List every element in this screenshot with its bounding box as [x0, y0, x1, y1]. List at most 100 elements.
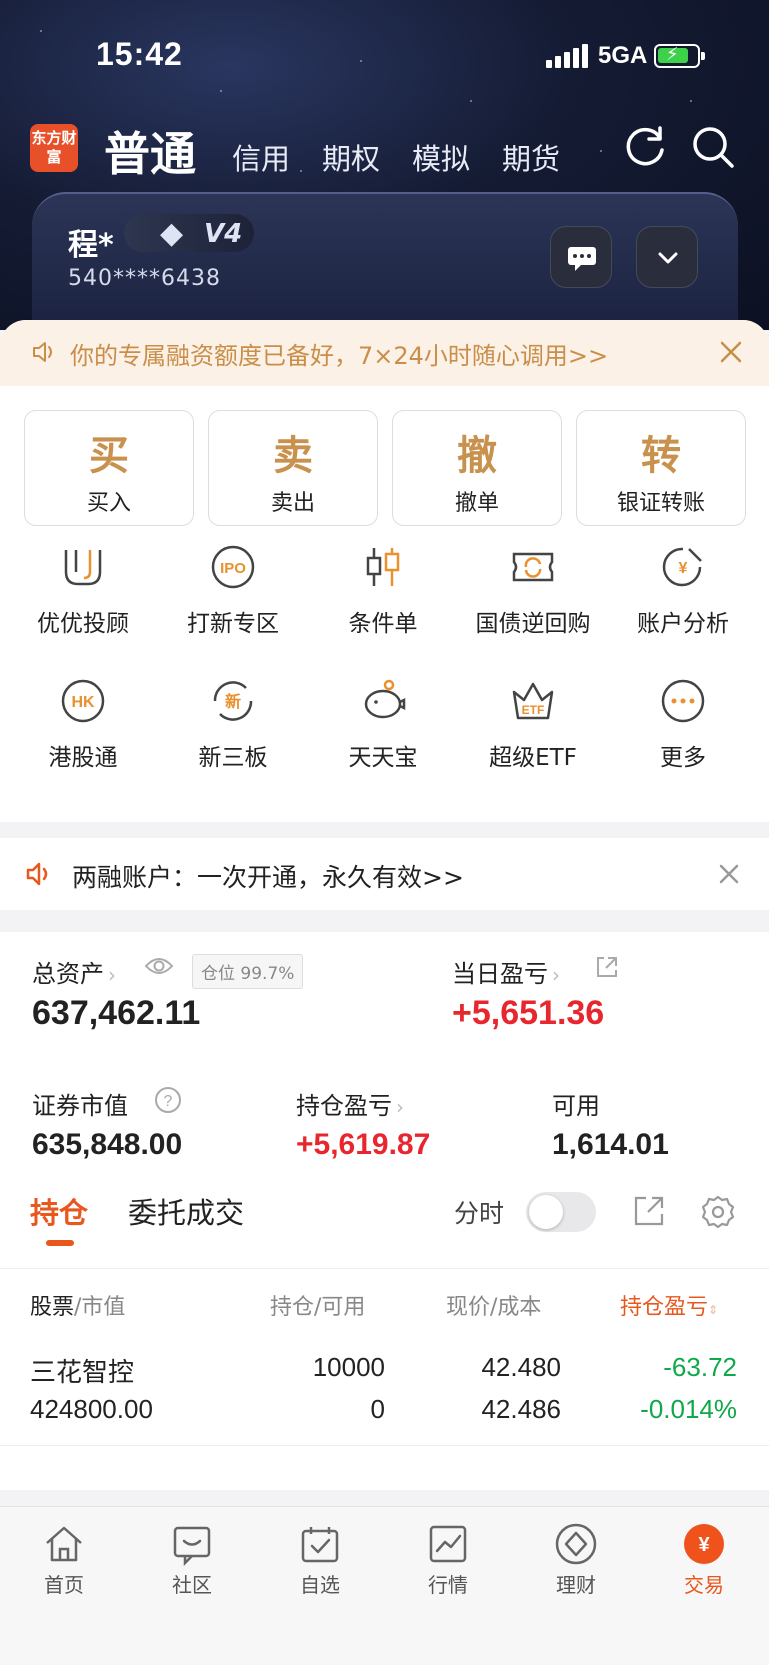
stock-market-value: 424800.00 — [30, 1394, 153, 1424]
wealth-icon — [555, 1523, 597, 1565]
refresh-icon[interactable] — [622, 124, 668, 170]
account-name: 程* — [68, 228, 114, 263]
tabbar-watchlist[interactable]: 自选 — [270, 1515, 370, 1598]
bond-repo-icon — [512, 552, 554, 582]
service-tiantianbao[interactable]: 天天宝 — [308, 676, 458, 772]
tab-underline — [46, 1240, 74, 1246]
position-ratio-tag: 仓位 99.7% — [192, 954, 304, 989]
message-button[interactable] — [550, 226, 612, 288]
daily-pl-value: +5,651.36 — [452, 994, 605, 1032]
stock-pl-pct: -0.014% — [640, 1394, 737, 1424]
chevron-down-icon — [658, 252, 678, 264]
tab-options[interactable]: 期权 — [322, 136, 380, 178]
cancel-order-button[interactable]: 撤撤单 — [392, 410, 562, 526]
credit-notice[interactable]: 你的专属融资额度已备好，7×24小时随心调用>> — [0, 320, 769, 386]
new-third-board-icon: 新 — [213, 681, 253, 721]
speaker-icon — [26, 862, 48, 886]
tab-futures[interactable]: 期货 — [502, 136, 560, 178]
total-assets-label[interactable]: 总资产 › — [32, 954, 116, 989]
content-sheet: 你的专属融资额度已备好，7×24小时随心调用>> 买买入 卖卖出 撤撤单 转银证… — [0, 320, 769, 1665]
stock-price: 42.480 — [481, 1352, 561, 1382]
community-icon — [173, 1526, 211, 1567]
holding-pl-value: +5,619.87 — [296, 1128, 431, 1161]
ipo-icon: IPO — [211, 545, 255, 589]
service-ipo[interactable]: IPO 打新专区 — [158, 542, 308, 638]
status-time: 15:42 — [96, 36, 183, 72]
holdings-table-header: 股票/市值 持仓/可用 现价/成本 持仓盈亏⇕ — [0, 1268, 769, 1334]
app-logo: 东方财富 — [30, 124, 78, 172]
service-more[interactable]: 更多 — [608, 676, 758, 772]
tab-credit[interactable]: 信用 — [232, 136, 290, 178]
market-value-label: 证券市值 — [32, 1092, 128, 1120]
service-account-analysis[interactable]: ¥ 账户分析 — [608, 542, 758, 638]
col-quantity: 持仓/可用 — [270, 1295, 366, 1320]
credit-notice-text: 你的专属融资额度已备好，7×24小时随心调用>> — [70, 342, 609, 370]
stock-pl: -63.72 — [663, 1352, 737, 1382]
tabbar-wealth[interactable]: 理财 — [526, 1515, 626, 1598]
table-row[interactable]: 三花智控 424800.00 10000 0 42.480 42.486 -63… — [0, 1336, 769, 1446]
share-icon[interactable] — [594, 954, 620, 980]
stock-quantity: 10000 — [312, 1352, 385, 1382]
top-nav: 东方财富 普通 信用 期权 模拟 期货 — [0, 118, 769, 181]
bank-transfer-button[interactable]: 转银证转账 — [576, 410, 746, 526]
trading-page: 15:42 5GA ⚡ 东方财富 普通 信用 期权 模拟 期货 程* ◆ V4 … — [0, 0, 769, 1665]
service-conditional-order[interactable]: 条件单 — [308, 542, 458, 638]
tabbar-community[interactable]: 社区 — [142, 1515, 242, 1598]
expand-button[interactable] — [636, 226, 698, 288]
tab-holdings[interactable]: 持仓 — [30, 1190, 88, 1232]
account-number: 540****6438 — [68, 266, 221, 291]
asset-summary: 总资产 › 仓位 99.7% 637,462.11 当日盈亏 › +5,651.36… — [0, 932, 769, 1194]
account-card[interactable]: 程* ◆ V4 540****6438 — [32, 192, 738, 332]
available-value: 1,614.01 — [552, 1128, 669, 1161]
market-value: 635,848.00 — [32, 1128, 183, 1161]
export-icon[interactable] — [632, 1194, 666, 1228]
col-price: 现价/成本 — [446, 1295, 542, 1320]
tabbar-market[interactable]: 行情 — [398, 1515, 498, 1598]
tabbar-home[interactable]: 首页 — [14, 1515, 114, 1598]
svg-text:IPO: IPO — [220, 560, 246, 577]
tabbar-trade[interactable]: ¥ 交易 — [654, 1515, 754, 1598]
close-icon[interactable] — [713, 334, 749, 370]
margin-notice[interactable]: 两融账户：一次开通，永久有效>> — [0, 838, 769, 910]
daily-pl-label[interactable]: 当日盈亏 › — [452, 954, 560, 989]
candlestick-icon — [366, 548, 400, 586]
total-assets-value: 637,462.11 — [32, 994, 201, 1032]
trade-icon: ¥ — [684, 1524, 724, 1564]
stock-name: 三花智控 — [30, 1357, 135, 1387]
intraday-toggle[interactable] — [526, 1192, 596, 1232]
service-hk-connect[interactable]: HK 港股通 — [8, 676, 158, 772]
svg-text:¥: ¥ — [698, 1534, 710, 1556]
service-super-etf[interactable]: ETF 超级ETF — [458, 676, 608, 772]
service-bond-repo[interactable]: 国债逆回购 — [458, 542, 608, 638]
buy-button[interactable]: 买买入 — [24, 410, 194, 526]
more-icon — [661, 679, 705, 723]
stock-available: 0 — [370, 1394, 385, 1424]
search-icon[interactable] — [690, 124, 736, 170]
svg-text:新: 新 — [225, 692, 241, 711]
close-icon[interactable] — [715, 860, 743, 888]
bottom-tab-bar: 首页 社区 自选 行情 理财 ¥ 交易 — [0, 1506, 769, 1665]
tab-orders[interactable]: 委托成交 — [128, 1190, 244, 1232]
help-icon[interactable]: ? — [154, 1086, 182, 1114]
available-label: 可用 — [552, 1092, 600, 1120]
chat-icon — [568, 247, 596, 271]
stock-cost: 42.486 — [481, 1394, 561, 1424]
account-analysis-icon: ¥ — [662, 547, 702, 587]
svg-text:ETF: ETF — [522, 703, 545, 717]
settings-icon[interactable] — [700, 1194, 736, 1230]
tab-normal[interactable]: 普通 — [104, 118, 196, 184]
margin-notice-text: 两融账户：一次开通，永久有效>> — [72, 863, 464, 892]
eye-icon[interactable] — [144, 954, 174, 978]
svg-text:?: ? — [164, 1093, 173, 1110]
col-pl-sort[interactable]: 持仓盈亏⇕ — [620, 1289, 718, 1321]
signal-icon — [546, 44, 588, 68]
vip-badge: ◆ V4 — [124, 214, 254, 252]
sell-button[interactable]: 卖卖出 — [208, 410, 378, 526]
tab-simulation[interactable]: 模拟 — [412, 136, 470, 178]
service-uu-advisor[interactable]: 优优投顾 — [8, 542, 158, 638]
piggy-bank-icon — [364, 679, 406, 719]
service-new-third-board[interactable]: 新 新三板 — [158, 676, 308, 772]
intraday-label: 分时 — [454, 1199, 505, 1228]
holding-pl-label[interactable]: 持仓盈亏 › — [296, 1086, 404, 1121]
speaker-icon — [33, 342, 52, 362]
